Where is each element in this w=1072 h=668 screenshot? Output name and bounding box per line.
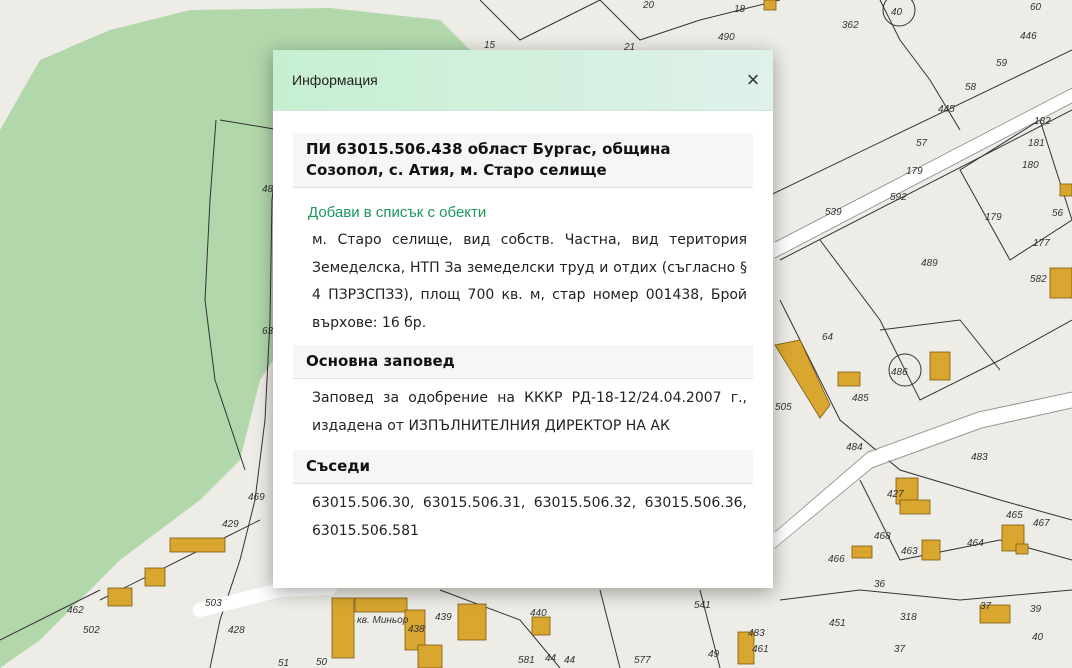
map-parcel-label: 468 — [874, 531, 891, 542]
map-parcel-label: 469 — [248, 492, 265, 503]
map-parcel-label: 180 — [1022, 160, 1039, 171]
map-parcel-label: 362 — [842, 20, 859, 31]
map-parcel-label: 420 — [0, 0, 17, 3]
map-parcel-label: 438 — [408, 624, 425, 635]
map-parcel-label: 57 — [916, 138, 928, 149]
map-parcel-label: 56 — [1052, 208, 1064, 219]
map-parcel-label: 20 — [642, 0, 655, 11]
map-parcel-label: 451 — [829, 618, 846, 629]
map-parcel-label: 18 — [734, 4, 746, 15]
map-parcel-label: 44 — [545, 653, 557, 664]
order-text: Заповед за одобрение на КККР РД-18-12/24… — [312, 390, 747, 434]
map-parcel-label: 483 — [971, 452, 988, 463]
map-parcel-label: 181 — [1028, 138, 1045, 149]
map-parcel-label: 462 — [67, 605, 84, 616]
map-parcel-label: 427 — [887, 489, 904, 500]
map-parcel-label: 461 — [752, 644, 769, 655]
map-parcel-label: 429 — [222, 519, 239, 530]
add-to-list-link[interactable]: Добави в списък с обекти — [293, 188, 753, 221]
map-parcel-label: 37 — [894, 644, 906, 655]
order-heading: Основна заповед — [293, 345, 753, 379]
map-parcel-label: 503 — [205, 598, 222, 609]
map-parcel-label: 177 — [1033, 238, 1050, 249]
map-parcel-label: 445 — [938, 104, 955, 115]
map-parcel-label: 581 — [518, 655, 535, 666]
map-parcel-label: 179 — [985, 212, 1002, 223]
neighbors-heading: Съседи — [293, 450, 753, 484]
map-parcel-label: 179 — [906, 166, 923, 177]
dialog-header: Информация × — [273, 50, 773, 111]
map-parcel-label: 51 — [278, 658, 289, 668]
map-parcel-label: 464 — [967, 538, 984, 549]
parcel-description: м. Старо селище, вид собств. Частна, вид… — [312, 232, 747, 331]
map-parcel-label: 36 — [874, 579, 886, 590]
map-parcel-label: 440 — [530, 608, 547, 619]
map-parcel-label: 60 — [1030, 2, 1042, 13]
map-parcel-label: 502 — [83, 625, 100, 636]
map-parcel-label: 40 — [891, 7, 903, 18]
map-parcel-label: 39 — [1030, 604, 1042, 615]
map-parcel-label: 58 — [965, 82, 977, 93]
map-parcel-label: 428 — [228, 625, 245, 636]
map-parcel-label: 489 — [921, 258, 938, 269]
map-parcel-label: 490 — [718, 32, 735, 43]
map-parcel-label: 486 — [891, 367, 908, 378]
map-parcel-label: 467 — [1033, 518, 1050, 529]
map-parcel-label: 37 — [980, 601, 992, 612]
map-parcel-label: 465 — [1006, 510, 1023, 521]
map-parcel-label: 582 — [1030, 274, 1047, 285]
map-parcel-label: 463 — [901, 546, 918, 557]
map-parcel-label: 40 — [1032, 632, 1044, 643]
map-parcel-label: 466 — [828, 554, 845, 565]
dialog-body: ПИ 63015.506.438 област Бургас, община С… — [273, 111, 773, 555]
map-parcel-label: 64 — [822, 332, 834, 343]
info-dialog: Информация × ПИ 63015.506.438 област Бур… — [273, 50, 773, 588]
map-parcel-label: 446 — [1020, 31, 1037, 42]
map-parcel-label: 182 — [1034, 116, 1051, 127]
map-parcel-label: 539 — [825, 207, 842, 218]
map-parcel-label: кв. Миньор — [357, 615, 409, 626]
dialog-title: Информация — [292, 72, 378, 88]
map-parcel-label: 63 — [262, 326, 274, 337]
map-parcel-label: 505 — [775, 402, 792, 413]
map-parcel-label: 439 — [435, 612, 452, 623]
map-parcel-label: 541 — [694, 600, 711, 611]
close-icon[interactable]: × — [741, 68, 765, 92]
map-parcel-label: 50 — [316, 657, 328, 668]
map-parcel-label: 592 — [890, 192, 907, 203]
map-parcel-label: 318 — [900, 612, 917, 623]
neighbors-text: 63015.506.30, 63015.506.31, 63015.506.32… — [312, 495, 747, 539]
map-parcel-label: 485 — [852, 393, 869, 404]
map-parcel-label: 484 — [846, 442, 863, 453]
map-parcel-label: 44 — [564, 655, 576, 666]
parcel-heading: ПИ 63015.506.438 област Бургас, община С… — [293, 133, 753, 188]
map-parcel-label: 59 — [996, 58, 1008, 69]
map-parcel-label: 483 — [748, 628, 765, 639]
map-parcel-label: 577 — [634, 655, 651, 666]
map-parcel-label: 49 — [708, 649, 720, 660]
